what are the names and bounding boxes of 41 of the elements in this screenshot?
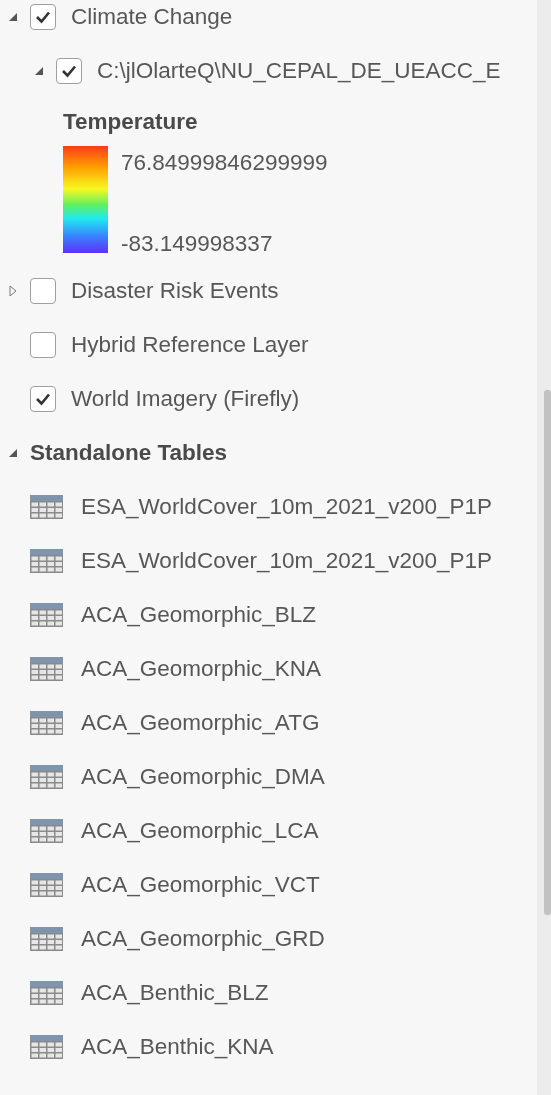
table-name[interactable]: ACA_Geomorphic_LCA (81, 818, 319, 844)
group-header[interactable]: Standalone Tables (30, 440, 228, 466)
table-name[interactable]: ACA_Geomorphic_DMA (81, 764, 325, 790)
expand-arrow-icon[interactable] (9, 285, 17, 297)
table-icon (30, 765, 63, 789)
table-name[interactable]: ACA_Benthic_BLZ (81, 980, 269, 1006)
expand-arrow-icon[interactable] (8, 12, 18, 22)
expand-arrow-icon[interactable] (8, 448, 18, 458)
table-icon (30, 981, 63, 1005)
table-name[interactable]: ACA_Geomorphic_GRD (81, 926, 325, 952)
table-name[interactable]: ACA_Geomorphic_KNA (81, 656, 322, 682)
legend-value: 76.84999846299999 (121, 150, 328, 176)
table-icon (30, 603, 63, 627)
table-icon (30, 927, 63, 951)
scrollbar-thumb[interactable] (544, 390, 551, 915)
table-name[interactable]: ACA_Geomorphic_BLZ (81, 602, 317, 628)
table-icon (30, 657, 63, 681)
layer-name[interactable]: Disaster Risk Events (71, 278, 279, 304)
checkbox[interactable] (30, 386, 56, 412)
table-icon (30, 1035, 63, 1059)
checkbox[interactable] (30, 332, 56, 358)
checkbox[interactable] (56, 58, 82, 84)
table-icon (30, 711, 63, 735)
legend-value: -83.149998337 (121, 231, 274, 257)
table-icon (30, 495, 63, 519)
table-icon (30, 819, 63, 843)
table-icon (30, 873, 63, 897)
table-name[interactable]: ACA_Geomorphic_ATG (81, 710, 320, 736)
table-name[interactable]: ESA_WorldCover_10m_2021_v200_P1P (81, 548, 493, 574)
table-name[interactable]: ACA_Benthic_KNA (81, 1034, 274, 1060)
layer-name[interactable]: Climate Change (71, 4, 233, 30)
table-icon (30, 549, 63, 573)
checkbox[interactable] (30, 4, 56, 30)
expand-arrow-icon[interactable] (34, 66, 44, 76)
table-name[interactable]: ACA_Geomorphic_VCT (81, 872, 320, 898)
checkbox[interactable] (30, 278, 56, 304)
table-name[interactable]: ESA_WorldCover_10m_2021_v200_P1P (81, 494, 493, 520)
legend-title: Temperature (63, 109, 198, 135)
layer-name[interactable]: Hybrid Reference Layer (71, 332, 309, 358)
layer-name[interactable]: World Imagery (Firefly) (71, 386, 300, 412)
layer-name[interactable]: C:\jlOlarteQ\NU_CEPAL_DE_UEACC_E (97, 58, 501, 84)
